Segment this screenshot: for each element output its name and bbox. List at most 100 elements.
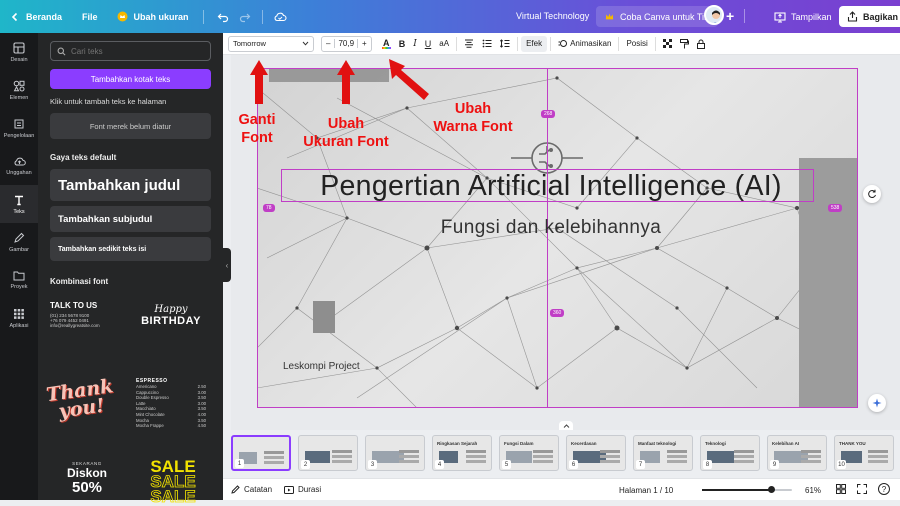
redo-button[interactable] [238, 10, 252, 24]
notes-button[interactable]: Catatan [231, 485, 272, 494]
slide-title[interactable]: Pengertian Artificial Intelligence (AI) [291, 170, 811, 203]
rail-item-elements[interactable]: Elemen [0, 71, 38, 109]
document-title[interactable]: Virtual Technology [516, 11, 589, 21]
page-thumbnail[interactable]: Teknologi 8 [700, 435, 760, 471]
lock-button[interactable] [693, 36, 709, 52]
text-color-button[interactable]: A [378, 36, 395, 52]
rail-item-apps[interactable]: Aplikasi [0, 299, 38, 337]
underline-icon: U [424, 38, 432, 49]
share-button[interactable]: Bagikan [839, 6, 900, 27]
position-button[interactable]: Posisi [622, 36, 651, 52]
rail-item-uploads[interactable]: Unggahan [0, 147, 38, 185]
slide-subtitle[interactable]: Fungsi dan kelebihannya [291, 217, 811, 239]
text-color-icon: A [382, 37, 390, 48]
font-size-value[interactable]: 70,9 [334, 39, 359, 48]
transparency-button[interactable] [659, 36, 676, 52]
combo-thank-you[interactable]: Thank you! [45, 374, 126, 434]
bold-icon: B [398, 38, 406, 49]
align-center-icon [465, 39, 474, 48]
resize-button[interactable]: Ubah ukuran [116, 10, 189, 24]
home-button[interactable]: Beranda [8, 10, 62, 24]
spacing-button[interactable] [496, 36, 514, 52]
page-thumbnail[interactable]: Kelebihan AI 9 [767, 435, 827, 471]
combo-diskon-word: Diskon [66, 466, 107, 480]
add-heading-button[interactable]: Tambahkan judul [50, 169, 211, 201]
page-thumbnail[interactable]: Manfaat teknologi 7 [633, 435, 693, 471]
rail-item-draw[interactable]: Gambar [0, 223, 38, 261]
avatar[interactable] [704, 5, 724, 25]
undo-button[interactable] [216, 10, 230, 24]
list-button[interactable] [478, 36, 496, 52]
magic-button[interactable] [868, 394, 886, 412]
menu-item-price: 4.50 [197, 423, 206, 429]
file-menu[interactable]: File [82, 12, 98, 22]
present-button[interactable]: Tampilkan [773, 10, 832, 24]
increase-size-button[interactable]: + [358, 39, 371, 48]
annotation-color: Ubah Warna Font [425, 100, 521, 136]
chevron-down-icon [302, 41, 309, 46]
combo-happy-birthday[interactable]: Happy BIRTHDAY [136, 304, 206, 344]
page-thumbnail[interactable]: Ringkasan Sejarah 4 [432, 435, 492, 471]
page-thumbnail[interactable]: 2 [298, 435, 358, 471]
cloud-save-status[interactable] [273, 10, 287, 24]
page-thumbnail[interactable]: Fungsi Dalam 5 [499, 435, 559, 471]
annotation-size: Ubah Ukuran Font [296, 115, 396, 151]
add-collaborator-button[interactable]: + [726, 9, 734, 23]
annotation-text: Ukuran Font [303, 134, 389, 151]
filmstrip-toggle[interactable] [559, 421, 573, 430]
page-thumbnail[interactable]: THANK YOU 10 [834, 435, 894, 471]
effects-button[interactable]: Efek [521, 35, 548, 52]
underline-button[interactable]: U [421, 36, 436, 52]
crown-icon [116, 10, 130, 24]
thumbnail-page-number: 10 [837, 460, 846, 469]
align-button[interactable] [460, 36, 478, 52]
menu-item-name: Mocha Frappe [136, 423, 164, 429]
zoom-value[interactable]: 61% [805, 486, 821, 495]
page-thumbnail[interactable]: 3 [365, 435, 425, 471]
add-subheading-button[interactable]: Tambahkan subjudul [50, 206, 211, 232]
brand-fonts-button[interactable]: Font merek belum diatur [50, 113, 211, 139]
rail-item-text[interactable]: Teks [0, 185, 38, 223]
combo-talk-to-us[interactable]: TALK TO US (01) 234 5678 9100 +76 079 44… [50, 301, 125, 351]
notes-label: Catatan [244, 485, 273, 494]
combo-espresso-menu[interactable]: ESPRESSO Americano 2.50 Cappuccino 3.00 Doub… [136, 378, 206, 438]
cloud-icon [273, 10, 287, 24]
font-family-select[interactable]: Tomorrow [228, 35, 314, 52]
animate-button[interactable]: Animasikan [554, 36, 615, 52]
zoom-slider[interactable] [702, 486, 792, 493]
zoom-slider-knob[interactable] [768, 486, 775, 493]
annotation-text: Warna Font [433, 119, 513, 136]
add-body-text-button[interactable]: Tambahkan sedikit teks isi [50, 237, 211, 261]
font-combos-heading: Kombinasi font [50, 277, 109, 286]
rail-item-projects[interactable]: Proyek [0, 261, 38, 299]
page-indicator[interactable]: Halaman 1 / 10 [619, 486, 673, 495]
thumbnail-title: Ringkasan Sejarah [437, 441, 478, 446]
fullscreen-button[interactable] [857, 484, 867, 494]
bold-button[interactable]: B [395, 36, 410, 52]
thumbnail-page-number: 7 [636, 460, 645, 469]
page-thumbnail[interactable]: Kecerdasan 6 [566, 435, 626, 471]
chevron-left-icon [8, 10, 22, 24]
help-button[interactable]: ? [878, 483, 890, 495]
add-textbox-button[interactable]: Tambahkan kotak teks [50, 69, 211, 89]
rail-item-brand[interactable]: Pengelolaan [0, 109, 38, 147]
format-painter-button[interactable] [676, 36, 693, 52]
grid-view-button[interactable] [836, 484, 846, 494]
letter-case-button[interactable]: aA [435, 36, 453, 52]
page-thumbnail[interactable]: 1 [231, 435, 291, 471]
rail-item-design[interactable]: Desain [0, 33, 38, 71]
guide-badge-top: 268 [541, 110, 556, 118]
combo-sale[interactable]: SALE SALE SALE [138, 458, 208, 505]
refresh-button[interactable] [863, 185, 881, 203]
duration-button[interactable]: Durasi [284, 485, 321, 494]
lock-icon [696, 39, 705, 49]
try-teams-button[interactable]: Coba Canva untuk Tim [596, 6, 718, 27]
decrease-size-button[interactable]: – [322, 39, 334, 48]
slide-footer-text[interactable]: Leskompi Project [283, 361, 360, 372]
italic-button[interactable]: I [409, 36, 421, 52]
toolbar-divider [618, 36, 620, 51]
combo-diskon[interactable]: SEKARANG Diskon 50% [52, 461, 122, 495]
text-search[interactable] [50, 41, 211, 61]
panel-collapse-handle[interactable]: ‹ [223, 248, 231, 282]
search-input[interactable] [71, 46, 201, 56]
